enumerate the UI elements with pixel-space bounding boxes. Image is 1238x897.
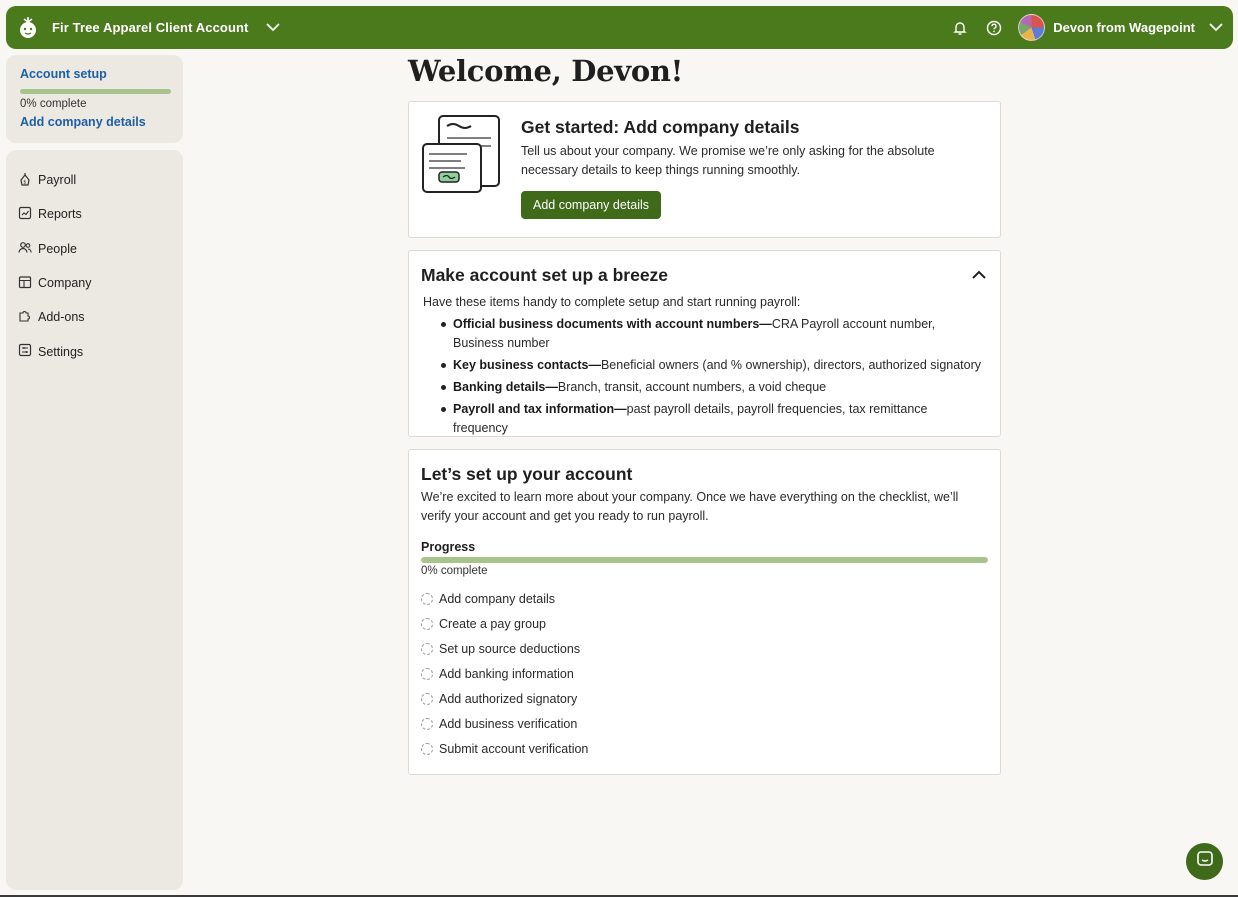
reports-icon bbox=[18, 206, 32, 223]
avatar[interactable] bbox=[1018, 14, 1046, 41]
sidebar-item-label: Reports bbox=[38, 207, 82, 222]
logo-icon bbox=[16, 16, 40, 40]
setup-account-description: We’re excited to learn more about your c… bbox=[421, 490, 959, 523]
setup-account-card: Let’s set up your account We’re excited … bbox=[408, 449, 1001, 775]
account-switcher[interactable]: Fir Tree Apparel Client Account bbox=[16, 16, 281, 40]
list-item: Payroll and tax information—past payroll… bbox=[439, 400, 984, 438]
help-icon[interactable] bbox=[984, 18, 1004, 38]
get-started-description: Tell us about your company. We promise w… bbox=[521, 144, 935, 177]
setup-progress-text: 0% complete bbox=[20, 98, 87, 110]
breeze-title: Make account set up a breeze bbox=[421, 265, 669, 285]
settings-icon bbox=[18, 343, 32, 360]
people-icon bbox=[18, 240, 32, 257]
checklist-item[interactable]: Create a pay group bbox=[421, 611, 588, 636]
svg-text:$: $ bbox=[23, 179, 26, 185]
sidebar-item-company[interactable]: Company bbox=[6, 266, 183, 300]
checklist-item[interactable]: Add company details bbox=[421, 586, 588, 611]
required-items-list: Official business documents with account… bbox=[439, 315, 984, 441]
incomplete-circle-icon bbox=[421, 642, 433, 655]
list-item: Key business contacts—Beneficial owners … bbox=[439, 356, 984, 375]
get-started-card: Get started: Add company details Tell us… bbox=[408, 101, 1001, 238]
sidebar-item-reports[interactable]: Reports bbox=[6, 197, 183, 231]
chevron-up-icon[interactable] bbox=[970, 266, 988, 284]
sidebar-item-label: Settings bbox=[38, 344, 84, 359]
incomplete-circle-icon bbox=[421, 667, 433, 680]
sidebar-item-people[interactable]: People bbox=[6, 232, 183, 266]
sidebar-item-label: Company bbox=[38, 276, 92, 291]
get-started-title: Get started: Add company details bbox=[521, 117, 800, 137]
chat-button[interactable] bbox=[1186, 843, 1223, 880]
incomplete-circle-icon bbox=[421, 692, 433, 705]
user-menu[interactable]: Devon from Wagepoint bbox=[1018, 14, 1223, 41]
chevron-down-icon[interactable] bbox=[266, 23, 281, 32]
bell-icon[interactable] bbox=[950, 18, 970, 38]
sidebar-item-payroll[interactable]: $ Payroll bbox=[6, 163, 183, 197]
checklist-item[interactable]: Set up source deductions bbox=[421, 636, 588, 661]
sidebar-nav: $ Payroll Reports People Company Add-ons… bbox=[6, 150, 183, 890]
company-icon bbox=[18, 275, 32, 292]
sidebar-item-label: Add-ons bbox=[38, 310, 85, 325]
list-item: Banking details—Branch, transit, account… bbox=[439, 378, 984, 397]
page-title: Welcome, Devon! bbox=[408, 54, 684, 88]
sidebar-item-settings[interactable]: Settings bbox=[6, 334, 183, 368]
add-company-details-button[interactable]: Add company details bbox=[521, 191, 662, 219]
chat-icon bbox=[1196, 850, 1214, 873]
user-name[interactable]: Devon from Wagepoint bbox=[1053, 20, 1195, 35]
addons-icon bbox=[18, 309, 32, 326]
documents-illustration-icon bbox=[421, 114, 505, 198]
incomplete-circle-icon bbox=[421, 742, 433, 755]
setup-progress-bar bbox=[20, 89, 171, 94]
incomplete-circle-icon bbox=[421, 717, 433, 730]
checklist-item[interactable]: Add business verification bbox=[421, 711, 588, 736]
checklist-item[interactable]: Submit account verification bbox=[421, 736, 588, 761]
account-setup-title[interactable]: Account setup bbox=[20, 67, 170, 81]
checklist-item[interactable]: Add banking information bbox=[421, 661, 588, 686]
incomplete-circle-icon bbox=[421, 617, 433, 630]
setup-checklist: Add company details Create a pay group S… bbox=[421, 586, 588, 761]
sidebar-item-label: Payroll bbox=[38, 173, 77, 188]
account-name[interactable]: Fir Tree Apparel Client Account bbox=[52, 20, 248, 35]
progress-text: 0% complete bbox=[421, 565, 488, 577]
progress-label: Progress bbox=[421, 540, 476, 554]
account-setup-card: Account setup 0% complete Add company de… bbox=[6, 55, 183, 143]
payroll-icon: $ bbox=[18, 172, 32, 189]
add-company-details-link[interactable]: Add company details bbox=[20, 115, 170, 129]
checklist-item[interactable]: Add authorized signatory bbox=[421, 686, 588, 711]
progress-bar bbox=[421, 557, 988, 563]
chevron-down-icon[interactable] bbox=[1209, 23, 1223, 32]
incomplete-circle-icon bbox=[421, 592, 433, 605]
list-item: Official business documents with account… bbox=[439, 315, 984, 353]
top-bar: Fir Tree Apparel Client Account Devon fr… bbox=[6, 6, 1233, 49]
sidebar-item-addons[interactable]: Add-ons bbox=[6, 300, 183, 334]
setup-breeze-card: Make account set up a breeze Have these … bbox=[408, 250, 1001, 437]
progress-bar-fill bbox=[421, 557, 988, 563]
breeze-intro: Have these items handy to complete setup… bbox=[423, 295, 801, 309]
sidebar-item-label: People bbox=[38, 241, 77, 256]
setup-account-title: Let’s set up your account bbox=[421, 464, 633, 484]
